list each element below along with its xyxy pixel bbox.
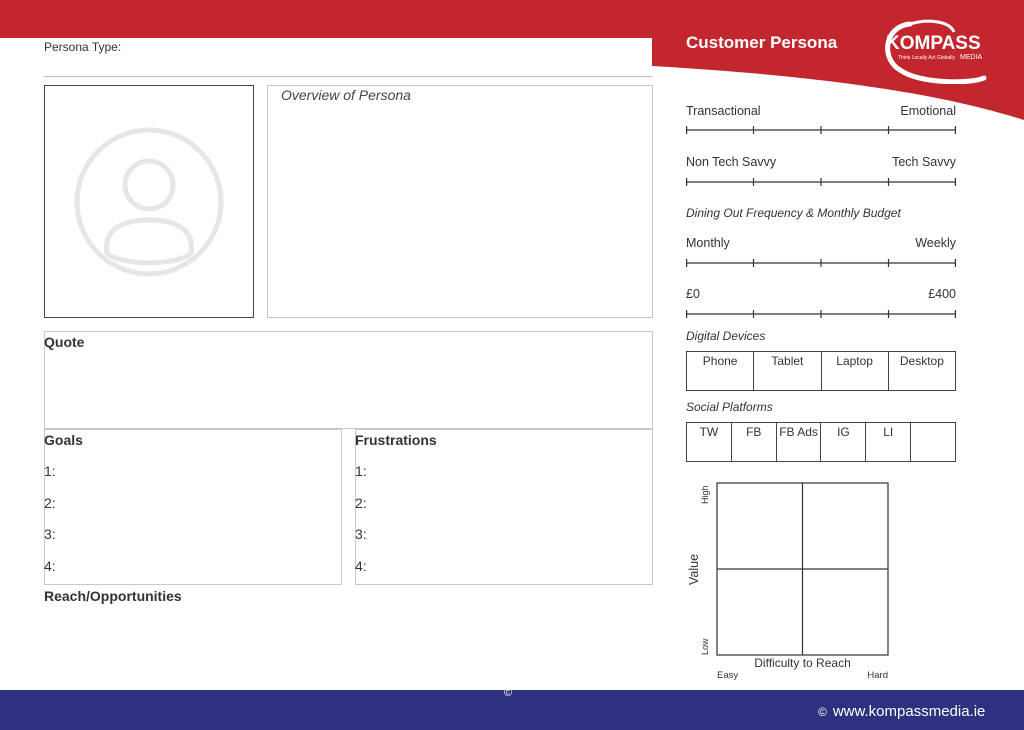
goals-label: Goals — [44, 432, 83, 448]
frustrations-label: Frustrations — [355, 432, 437, 448]
frustration-number-2: 2: — [355, 495, 367, 511]
frustration-number-3: 3: — [355, 526, 367, 542]
social-platforms-label: Social Platforms — [686, 400, 773, 414]
matrix-y-high: High — [700, 485, 710, 504]
digital-devices-table: Phone Tablet Laptop Desktop — [686, 351, 956, 391]
social-tw-cell[interactable]: TW — [687, 423, 732, 461]
goal-number-3: 3: — [44, 526, 56, 542]
dining-frequency-label: Dining Out Frequency & Monthly Budget — [686, 206, 901, 220]
social-blank-cell[interactable] — [911, 423, 955, 461]
quote-box[interactable] — [44, 331, 653, 429]
social-li-cell[interactable]: LI — [866, 423, 912, 461]
copyright-icon: © — [818, 705, 827, 719]
avatar-placeholder-icon — [74, 127, 224, 277]
persona-type-label: Persona Type: — [44, 40, 122, 54]
quote-label: Quote — [44, 334, 85, 350]
goal-number-2: 2: — [44, 495, 56, 511]
matrix-x-hard: Hard — [867, 670, 888, 681]
budget-min-label: £0 — [686, 287, 700, 301]
device-laptop-cell[interactable]: Laptop — [822, 352, 889, 390]
persona-photo-box[interactable] — [44, 85, 254, 318]
matrix-y-label: Value — [687, 554, 701, 585]
value-difficulty-matrix[interactable]: High Value Low Difficulty to Reach Easy … — [686, 478, 906, 684]
tech-savvy-scale[interactable] — [686, 178, 956, 186]
frustration-number-1: 1: — [355, 463, 367, 479]
matrix-x-label: Difficulty to Reach — [754, 656, 851, 670]
persona-type-line[interactable] — [44, 76, 652, 77]
device-desktop-cell[interactable]: Desktop — [889, 352, 955, 390]
reach-label: Reach/Opportunities — [44, 588, 182, 604]
budget-max-label: £400 — [928, 287, 956, 301]
page-title: Customer Persona — [686, 33, 838, 52]
dining-frequency-scale[interactable] — [686, 259, 956, 267]
kompass-logo: KOMPASS Think Locally Act Globally MEDIA — [885, 19, 987, 84]
copyright-symbol: © — [504, 687, 513, 699]
budget-scale[interactable] — [686, 310, 956, 318]
weekly-label: Weekly — [915, 236, 956, 250]
social-platforms-table: TW FB FB Ads IG LI — [686, 422, 956, 462]
goal-number-4: 4: — [44, 558, 56, 574]
overview-box[interactable] — [267, 85, 653, 318]
digital-devices-label: Digital Devices — [686, 329, 766, 343]
monthly-label: Monthly — [686, 236, 730, 250]
matrix-x-easy: Easy — [717, 670, 738, 681]
social-ig-cell[interactable]: IG — [821, 423, 867, 461]
logo-tagline: Think Locally Act Globally — [898, 55, 955, 61]
goal-number-1: 1: — [44, 463, 56, 479]
social-fb-cell[interactable]: FB — [732, 423, 777, 461]
website-url: www.kompassmedia.ie — [832, 703, 986, 720]
tech-savvy-label: Tech Savvy — [892, 155, 956, 169]
frustration-number-4: 4: — [355, 558, 367, 574]
emotional-label: Emotional — [900, 104, 956, 118]
website-link[interactable]: © www.kompassmedia.ie — [818, 703, 985, 720]
goals-box[interactable] — [44, 429, 342, 585]
logo-text: KOMPASS — [886, 33, 981, 54]
social-fb-ads-cell[interactable]: FB Ads — [777, 423, 822, 461]
device-phone-cell[interactable]: Phone — [687, 352, 755, 390]
overview-label: Overview of Persona — [281, 87, 411, 103]
device-tablet-cell[interactable]: Tablet — [754, 352, 822, 390]
non-tech-savvy-label: Non Tech Savvy — [686, 155, 777, 169]
logo-sub: MEDIA — [960, 54, 983, 61]
matrix-y-low: Low — [700, 638, 710, 655]
transactional-scale[interactable] — [686, 126, 956, 134]
transactional-label: Transactional — [686, 104, 761, 118]
frustrations-box[interactable] — [355, 429, 653, 585]
